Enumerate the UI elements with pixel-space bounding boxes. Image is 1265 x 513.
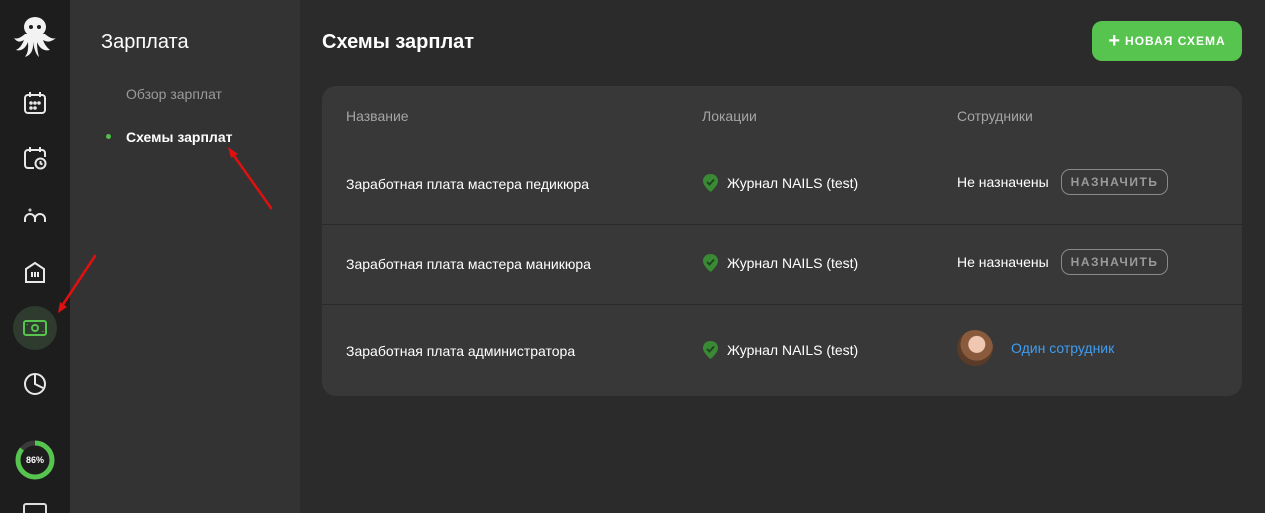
warehouse-icon: [25, 261, 45, 283]
location-cell: Журнал NAILS (test): [702, 253, 858, 273]
column-header-locations: Локации: [702, 108, 757, 124]
new-scheme-label: НОВАЯ СХЕМА: [1125, 34, 1226, 48]
table-row[interactable]: Заработная плата мастера маникюра Журнал…: [322, 225, 1242, 305]
employees-link[interactable]: Один сотрудник: [1011, 340, 1114, 356]
schemes-table: Название Локации Сотрудники Заработная п…: [322, 86, 1242, 396]
column-header-employees: Сотрудники: [957, 108, 1033, 124]
new-scheme-button[interactable]: + НОВАЯ СХЕМА: [1092, 21, 1242, 61]
page-title: Схемы зарплат: [322, 31, 475, 53]
setup-progress[interactable]: 86%: [14, 439, 56, 481]
assign-button[interactable]: НАЗНАЧИТЬ: [1060, 249, 1169, 275]
employees-cell: Не назначены НАЗНАЧИТЬ: [957, 169, 1169, 195]
rail-item-schedule[interactable]: [13, 136, 57, 180]
keyboard-icon[interactable]: [23, 503, 47, 513]
sidenav-title: Зарплата: [101, 31, 189, 53]
location-cell: Журнал NAILS (test): [702, 173, 858, 193]
rail: 86%: [0, 0, 70, 513]
active-bullet-icon: [106, 134, 111, 139]
rail-item-reports[interactable]: [13, 362, 57, 406]
location-cell: Журнал NAILS (test): [702, 340, 858, 360]
employees-cell: Не назначены НАЗНАЧИТЬ: [957, 249, 1169, 275]
scheme-name[interactable]: Заработная плата мастера маникюра: [346, 256, 591, 272]
location-name: Журнал NAILS (test): [727, 255, 859, 271]
column-header-name: Название: [346, 108, 409, 124]
location-pin-icon: [703, 254, 718, 272]
sidenav-item-overview[interactable]: Обзор зарплат: [126, 86, 222, 102]
assign-button[interactable]: НАЗНАЧИТЬ: [1060, 169, 1169, 195]
location-pin-icon: [703, 341, 718, 359]
sidenav-item-schemes[interactable]: Схемы зарплат: [126, 129, 232, 145]
employees-status: Не назначены: [957, 174, 1049, 190]
plus-icon: +: [1108, 30, 1122, 52]
employees-cell: Один сотрудник: [957, 330, 1114, 366]
location-pin-icon: [703, 174, 718, 192]
location-name: Журнал NAILS (test): [727, 342, 859, 358]
table-row[interactable]: Заработная плата мастера педикюра Журнал…: [322, 144, 1242, 224]
avatar[interactable]: [957, 330, 993, 366]
rail-item-calendar[interactable]: [13, 81, 57, 125]
calendar-icon: [24, 92, 46, 114]
employees-status: Не назначены: [957, 254, 1049, 270]
money-icon: [23, 320, 47, 336]
pie-chart-icon: [24, 373, 46, 395]
calendar-clock-icon: [24, 147, 47, 170]
table-row[interactable]: Заработная плата администратора Журнал N…: [322, 305, 1242, 395]
rail-item-salary[interactable]: [13, 306, 57, 350]
progress-label: 86%: [25, 455, 44, 465]
scheme-name[interactable]: Заработная плата мастера педикюра: [346, 176, 589, 192]
clients-icon: [24, 208, 46, 222]
rail-item-clients[interactable]: [13, 193, 57, 237]
location-name: Журнал NAILS (test): [727, 175, 859, 191]
scheme-name[interactable]: Заработная плата администратора: [346, 343, 575, 359]
rail-item-warehouse[interactable]: [13, 250, 57, 294]
app: 86% Зарплата Обзор зарплат Схемы зарплат…: [0, 0, 1265, 513]
octopus-logo-icon[interactable]: [12, 14, 58, 58]
sidenav: Зарплата Обзор зарплат Схемы зарплат: [70, 0, 300, 513]
